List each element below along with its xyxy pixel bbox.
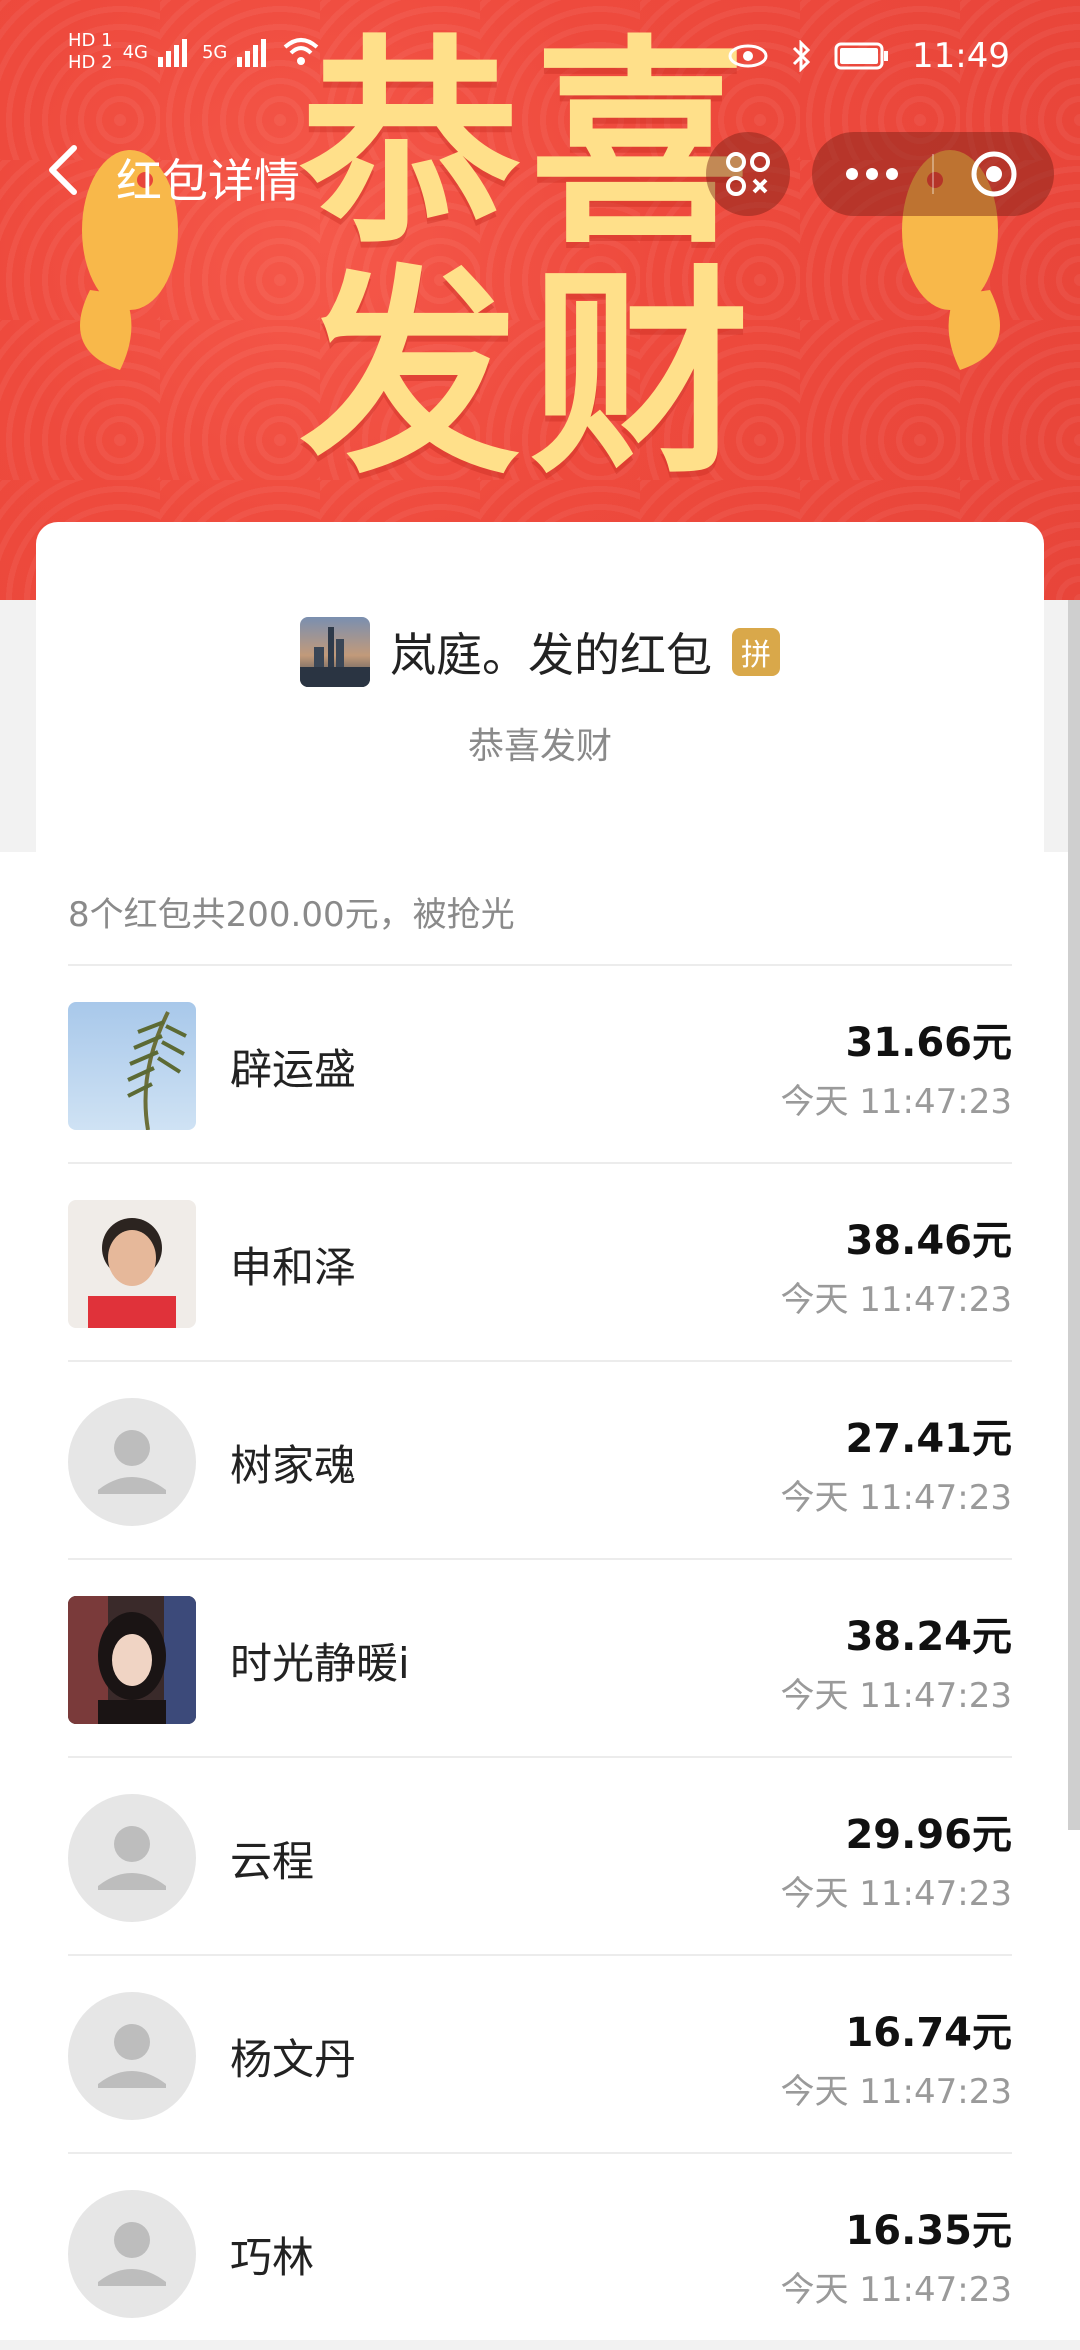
network-5g-label: 5G — [201, 41, 228, 63]
list-item[interactable]: 申和泽 38.46元 今天 11:47:23 — [0, 1164, 1080, 1360]
list-item[interactable]: 杨文丹 16.74元 今天 11:47:23 — [0, 1956, 1080, 2152]
recipient-avatar — [68, 1794, 196, 1922]
default-user-icon — [98, 2222, 166, 2286]
recipient-avatar — [68, 1398, 196, 1526]
sender-avatar[interactable] — [300, 617, 370, 687]
recipient-amount: 38.46元 — [845, 1218, 1012, 1264]
signal-2-icon — [237, 39, 267, 67]
list-item[interactable]: 辟运盛 31.66元 今天 11:47:23 — [0, 966, 1080, 1162]
recipient-name: 巧林 — [230, 2233, 315, 2282]
recipient-name: 云程 — [230, 1837, 315, 1886]
sender-title: 岚庭。发的红包 — [390, 628, 712, 682]
packet-summary: 8个红包共200.00元，被抢光 — [68, 895, 515, 935]
recipient-time: 今天 11:47:23 — [780, 1676, 1012, 1716]
recipient-amount: 16.35元 — [845, 2208, 1012, 2254]
recipient-amount: 16.74元 — [845, 2010, 1012, 2056]
more-options-icon[interactable] — [812, 132, 932, 216]
recipient-name: 时光静暖i — [230, 1639, 410, 1688]
sim-1-label: HD 1 — [68, 30, 113, 51]
page-title: 红包详情 — [116, 154, 300, 208]
scan-button[interactable] — [706, 132, 790, 216]
network-4g-label: 4G — [122, 41, 148, 63]
eye-icon — [728, 44, 768, 68]
recipient-time: 今天 11:47:23 — [780, 1478, 1012, 1518]
default-user-icon — [98, 1826, 166, 1890]
recipient-name: 申和泽 — [230, 1243, 357, 1292]
recipient-avatar — [68, 1002, 196, 1130]
recipient-amount: 31.66元 — [845, 1020, 1012, 1066]
recipient-time: 今天 11:47:23 — [780, 2270, 1012, 2310]
person-photo-icon — [88, 1218, 176, 1328]
sender-row: 岚庭。发的红包 拼 — [36, 617, 1044, 687]
scan-icon — [726, 152, 770, 196]
back-arrow-icon[interactable] — [36, 140, 96, 200]
status-left: HD 1 HD 2 4G 5G — [68, 30, 321, 74]
recipient-amount: 38.24元 — [845, 1614, 1012, 1660]
list-item[interactable]: 巧林 16.35元 今天 11:47:23 — [0, 2154, 1080, 2350]
recipient-avatar — [68, 2190, 196, 2318]
sim-indicators: HD 1 HD 2 — [68, 30, 113, 74]
status-time: 11:49 — [912, 36, 1010, 76]
recipient-name: 杨文丹 — [230, 2035, 357, 2084]
packet-header-card: 岚庭。发的红包 拼 恭喜发财 — [36, 522, 1044, 852]
list-item[interactable]: 云程 29.96元 今天 11:47:23 — [0, 1758, 1080, 1954]
city-skyline-icon — [300, 627, 370, 687]
recipient-name: 辟运盛 — [230, 1045, 357, 1094]
signal-icon — [157, 39, 187, 67]
recipient-amount: 29.96元 — [845, 1812, 1012, 1858]
recipient-time: 今天 11:47:23 — [780, 2072, 1012, 2112]
recipient-avatar — [68, 1992, 196, 2120]
recipient-avatar — [68, 1200, 196, 1328]
recipient-time: 今天 11:47:23 — [780, 1082, 1012, 1122]
close-miniprogram-icon[interactable] — [934, 132, 1054, 216]
navigation-bar: 红包详情 — [0, 110, 1080, 240]
person-photo-icon — [68, 1596, 196, 1724]
status-right: 11:49 — [728, 36, 1010, 76]
palm-leaf-icon — [127, 1011, 187, 1130]
list-item[interactable]: 时光静暖i 38.24元 今天 11:47:23 — [0, 1560, 1080, 1756]
recipient-time: 今天 11:47:23 — [780, 1874, 1012, 1914]
sim-2-label: HD 2 — [68, 52, 113, 73]
lucky-draw-badge: 拼 — [732, 628, 780, 676]
recipient-amount: 27.41元 — [845, 1416, 1012, 1462]
wifi-icon — [284, 38, 319, 65]
default-user-icon — [98, 2024, 166, 2088]
default-user-icon — [98, 1430, 166, 1494]
recipient-name: 树家魂 — [230, 1441, 357, 1490]
battery-icon — [834, 42, 889, 70]
recipient-avatar — [68, 1596, 196, 1724]
miniprogram-capsule — [812, 132, 1054, 216]
status-bar: HD 1 HD 2 4G 5G 11:49 — [0, 0, 1080, 110]
banner-line-2: 发财 — [300, 247, 761, 503]
bluetooth-icon — [792, 40, 811, 72]
list-item[interactable]: 树家魂 27.41元 今天 11:47:23 — [0, 1362, 1080, 1558]
scrollbar[interactable] — [1068, 600, 1080, 1830]
packet-wish: 恭喜发财 — [467, 726, 612, 767]
recipient-list: 8个红包共200.00元，被抢光 辟运盛 31.66元 今天 11:47:23 … — [0, 852, 1080, 2340]
recipient-time: 今天 11:47:23 — [780, 1280, 1012, 1320]
